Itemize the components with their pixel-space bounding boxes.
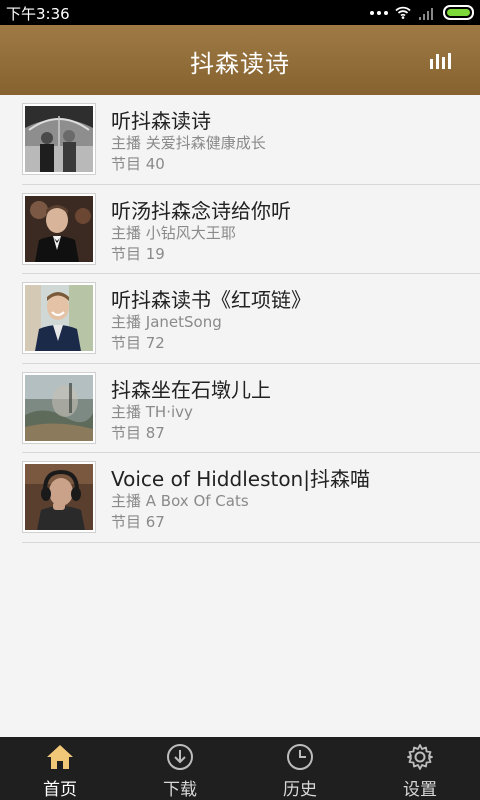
item-title: 抖森坐在石墩儿上 bbox=[111, 377, 271, 402]
thumbnail-image bbox=[22, 103, 96, 175]
item-host: 主播 关爱抖森健康成长 bbox=[111, 134, 266, 152]
list-item[interactable]: 听抖森读诗 主播 关爱抖森健康成长 节目 40 bbox=[22, 95, 480, 185]
gear-icon bbox=[407, 744, 433, 770]
item-count: 节目 72 bbox=[111, 334, 165, 352]
status-bar: 下午3:36 bbox=[0, 0, 480, 25]
tab-label: 历史 bbox=[283, 780, 317, 800]
item-title: Voice of Hiddleston|抖森喵 bbox=[111, 467, 370, 491]
list-item[interactable]: 听抖森读书《红项链》 主播 JanetSong 节目 72 bbox=[22, 274, 480, 364]
equalizer-icon[interactable] bbox=[430, 53, 452, 69]
more-dots-icon bbox=[370, 10, 388, 15]
tab-settings[interactable]: 设置 bbox=[360, 737, 480, 800]
download-icon bbox=[167, 744, 193, 770]
tab-label: 首页 bbox=[43, 780, 77, 800]
item-count: 节目 87 bbox=[111, 423, 165, 442]
program-list: 听抖森读诗 主播 关爱抖森健康成长 节目 40 听汤抖森念诗给你听 主播 小钻风… bbox=[22, 95, 480, 543]
bottom-nav: 首页 下载 历史 设置 bbox=[0, 737, 480, 800]
page-title: 抖森读诗 bbox=[190, 50, 290, 78]
item-count: 节目 40 bbox=[111, 155, 165, 173]
tab-download[interactable]: 下载 bbox=[120, 737, 240, 800]
item-host: 主播 小钻风大王耶 bbox=[111, 223, 236, 242]
thumbnail-image bbox=[22, 282, 96, 354]
tab-label: 下载 bbox=[163, 780, 197, 800]
list-item[interactable]: 抖森坐在石墩儿上 主播 TH·ivy 节目 87 bbox=[22, 364, 480, 453]
app-header: 抖森读诗 bbox=[0, 25, 480, 95]
status-time: 下午3:36 bbox=[6, 5, 70, 23]
home-icon bbox=[47, 745, 73, 769]
thumbnail-image bbox=[22, 461, 96, 533]
tab-home[interactable]: 首页 bbox=[0, 737, 120, 800]
list-item[interactable]: Voice of Hiddleston|抖森喵 主播 A Box Of Cats… bbox=[22, 453, 480, 543]
item-title: 听抖森读诗 bbox=[111, 109, 211, 133]
tab-history[interactable]: 历史 bbox=[240, 737, 360, 800]
item-count: 节目 19 bbox=[111, 244, 165, 263]
item-title: 听汤抖森念诗给你听 bbox=[111, 198, 291, 223]
battery-icon bbox=[443, 5, 474, 20]
item-host: 主播 A Box Of Cats bbox=[111, 492, 249, 510]
status-icons bbox=[370, 4, 474, 21]
item-count: 节目 67 bbox=[111, 513, 165, 531]
item-title: 听抖森读书《红项链》 bbox=[111, 288, 311, 312]
item-host: 主播 JanetSong bbox=[111, 313, 222, 331]
wifi-icon bbox=[395, 6, 411, 19]
app-root: 下午3:36 抖森读诗 听抖森读诗 主播 关爱抖森健康成长 节目 40 听汤抖森… bbox=[0, 0, 480, 800]
item-host: 主播 TH·ivy bbox=[111, 402, 193, 421]
thumbnail-image bbox=[22, 371, 96, 444]
signal-icon bbox=[419, 7, 433, 20]
tab-label: 设置 bbox=[403, 780, 437, 800]
clock-icon bbox=[287, 744, 313, 770]
list-item[interactable]: 听汤抖森念诗给你听 主播 小钻风大王耶 节目 19 bbox=[22, 185, 480, 274]
thumbnail-image bbox=[22, 192, 96, 265]
